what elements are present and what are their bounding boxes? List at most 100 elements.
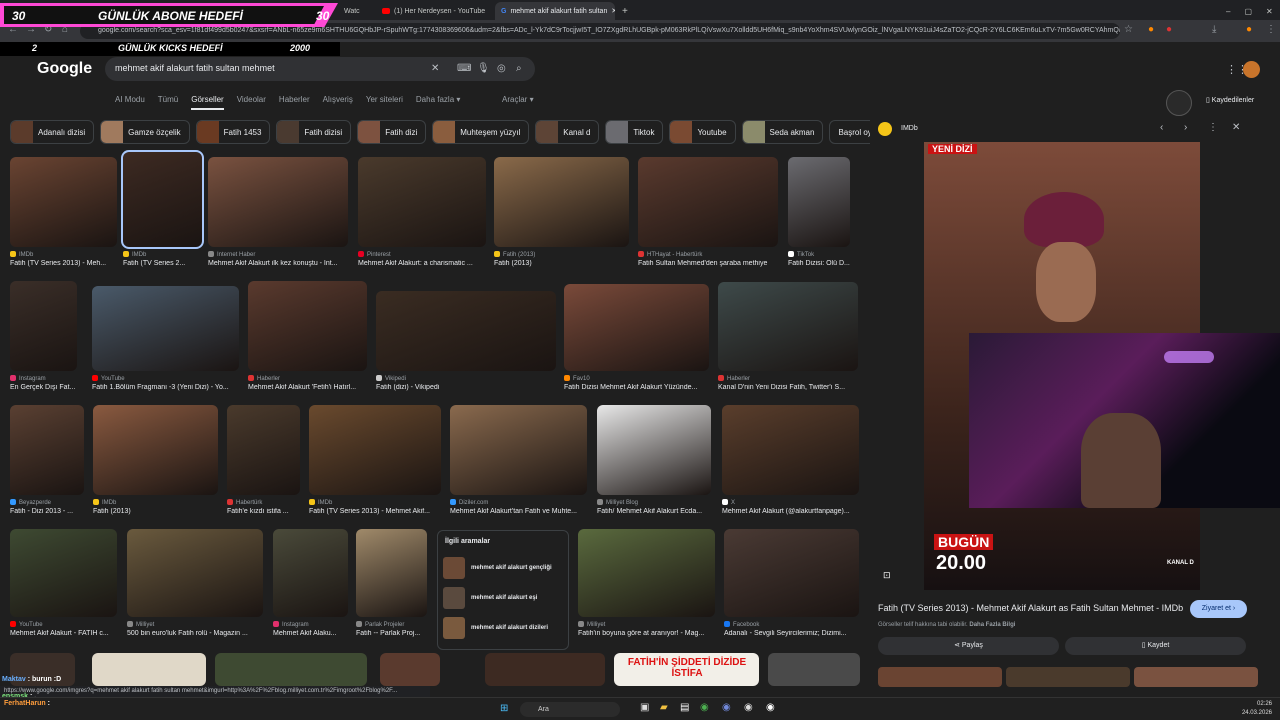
chip[interactable]: Youtube [669,120,736,144]
result-source[interactable]: Milliyet Blog [597,499,711,506]
doodle-icon[interactable] [1166,90,1192,116]
result-caption[interactable]: Fatih Dizisi Mehmet Akif Alakurt Yüzünde… [564,384,709,391]
result-source[interactable]: YouTube [92,375,239,382]
extension-icon[interactable]: ● [1148,24,1154,35]
result-source[interactable]: IMDb [123,251,202,258]
task-view-icon[interactable]: ▣ [640,702,649,713]
saved-button[interactable]: ▯ Kaydedilenler [1206,96,1254,104]
result-caption[interactable]: Adanalı - Sevgili Seyircilerimiz; Dizimi… [724,630,859,637]
result-source[interactable]: Fav10 [564,375,709,382]
result-image[interactable] [450,405,587,495]
result-caption[interactable]: Fatih -- Parlak Proj... [356,630,427,637]
result-caption[interactable]: Fatih - Dizi 2013 - ... [10,508,84,515]
result-source[interactable]: X [722,499,859,506]
result-source[interactable]: Internet Haber [208,251,348,258]
result-caption[interactable]: 500 bin euro'luk Fatih rolü - Magazin ..… [127,630,263,637]
result-image[interactable] [564,284,709,371]
notepad-icon[interactable]: ▤ [680,702,689,713]
chip[interactable]: Muhteşem yüzyıl [432,120,530,144]
prev-icon[interactable]: ‹ [1160,122,1163,133]
result-image[interactable] [10,281,77,371]
clear-icon[interactable]: ✕ [431,63,439,74]
result-image[interactable] [10,157,117,247]
chip[interactable]: Seda akman [741,120,824,144]
related-image[interactable] [878,667,1002,687]
profile-avatar-icon[interactable]: ● [1246,24,1252,35]
tab-more[interactable]: Daha fazla ▾ [416,95,460,110]
share-button[interactable]: ⋖ Paylaş [878,637,1059,655]
related-item[interactable]: mehmet akif alakurt dizileri [443,617,565,639]
result-image[interactable] [358,157,486,247]
result-source[interactable]: Fatih (2013) [494,251,629,258]
result-caption[interactable]: Mehmet Akif Alakurt 'Fetih'i Hatırl... [248,384,367,391]
result-source[interactable]: IMDb [93,499,218,506]
result-image[interactable] [718,282,858,371]
result-image[interactable] [768,653,860,686]
result-image[interactable] [10,529,117,617]
result-caption[interactable]: Mehmet Akif Alakurt'tan Fatih ve Muhte..… [450,508,587,515]
chrome-icon[interactable]: ◉ [700,702,709,713]
obs-icon[interactable]: ◉ [766,702,775,713]
maximize-icon[interactable]: ▢ [1244,7,1252,16]
result-caption[interactable]: En Gerçek Dışı Fat... [10,384,77,391]
chip[interactable]: Fatih 1453 [195,120,271,144]
close-panel-icon[interactable]: ✕ [1232,122,1240,133]
minimize-icon[interactable]: – [1226,7,1230,16]
account-avatar[interactable] [1243,61,1260,78]
result-image[interactable] [127,529,263,617]
result-caption[interactable]: Fatih Sultan Mehmed'den şaraba methiye [638,260,778,267]
result-image[interactable] [724,529,859,617]
lens-search-icon[interactable]: ⊡ [883,570,891,581]
extension-icon[interactable]: ● [1166,24,1172,35]
chip[interactable]: Tiktok [605,120,664,144]
new-tab-button[interactable]: + [616,2,630,20]
tab-1[interactable]: Watc [338,2,376,20]
chip[interactable]: Fatih dizi [357,120,427,144]
result-image[interactable] [376,291,556,371]
result-source[interactable]: IMDb [309,499,441,506]
download-icon[interactable]: ⤓ [1212,24,1216,35]
result-source[interactable]: Instagram [10,375,77,382]
chip[interactable]: Kanal d [535,120,600,144]
result-caption[interactable]: Fatih'in boyuna göre at aranıyor! - Mag.… [578,630,715,637]
result-image[interactable] [215,653,367,686]
system-clock[interactable]: 02:26 24.03.2026 [1242,700,1272,718]
tab-images[interactable]: Görseller [191,95,224,110]
search-input[interactable]: mehmet akif alakurt fatih sultan mehmet [115,63,275,73]
preview-title[interactable]: Fatih (TV Series 2013) - Mehmet Akif Ala… [878,603,1183,613]
bookmark-star-icon[interactable]: ☆ [1124,24,1133,35]
result-source[interactable]: Milliyet [578,621,715,628]
result-source[interactable]: Haberler [248,375,367,382]
tab-videos[interactable]: Videolar [237,95,266,110]
related-image[interactable] [1006,667,1130,687]
visit-button[interactable]: Ziyaret et › [1190,600,1247,618]
result-caption[interactable]: Fatih (2013) [494,260,629,267]
result-caption[interactable]: Mehmet Akif Alakurt: a charismatic ... [358,260,486,267]
tab-shopping[interactable]: Alışveriş [323,95,353,110]
keyboard-icon[interactable]: ⌨ [457,63,471,74]
next-icon[interactable]: › [1184,122,1187,133]
result-caption[interactable]: Fatih/ Mehmet Akif Alakurt Ecda... [597,508,711,515]
search-box[interactable]: mehmet akif alakurt fatih sultan mehmet … [105,57,535,81]
close-window-icon[interactable]: ✕ [1266,7,1273,16]
result-source[interactable]: Parlak Projeler [356,621,427,628]
tools-button[interactable]: Araçlar ▾ [502,95,534,104]
result-source[interactable]: Haberler [718,375,858,382]
tab-all[interactable]: Tümü [158,95,178,110]
result-image[interactable] [227,405,300,495]
close-tab-icon[interactable]: ✕ [611,7,615,15]
result-image[interactable] [380,653,440,686]
result-source[interactable]: Beyazperde [10,499,84,506]
microphone-icon[interactable]: 🎙 [477,63,490,74]
result-caption[interactable]: Fatih Dizisi: Ölü D... [788,260,850,267]
save-button[interactable]: ▯ Kaydet [1065,637,1246,655]
result-source[interactable]: Instagram [273,621,348,628]
result-image[interactable] [10,405,84,495]
result-source[interactable]: Diziler.com [450,499,587,506]
result-image[interactable] [92,653,206,686]
result-image[interactable] [208,157,348,247]
result-caption[interactable]: Kanal D'nin Yeni Dizisi Fatih, Twitter'ı… [718,384,858,391]
tab-google-search[interactable]: Gmehmet akif alakurt fatih sultan ✕ [495,2,615,20]
related-item[interactable]: mehmet akif alakurt gençliği [443,557,565,579]
result-image[interactable] [578,529,715,617]
